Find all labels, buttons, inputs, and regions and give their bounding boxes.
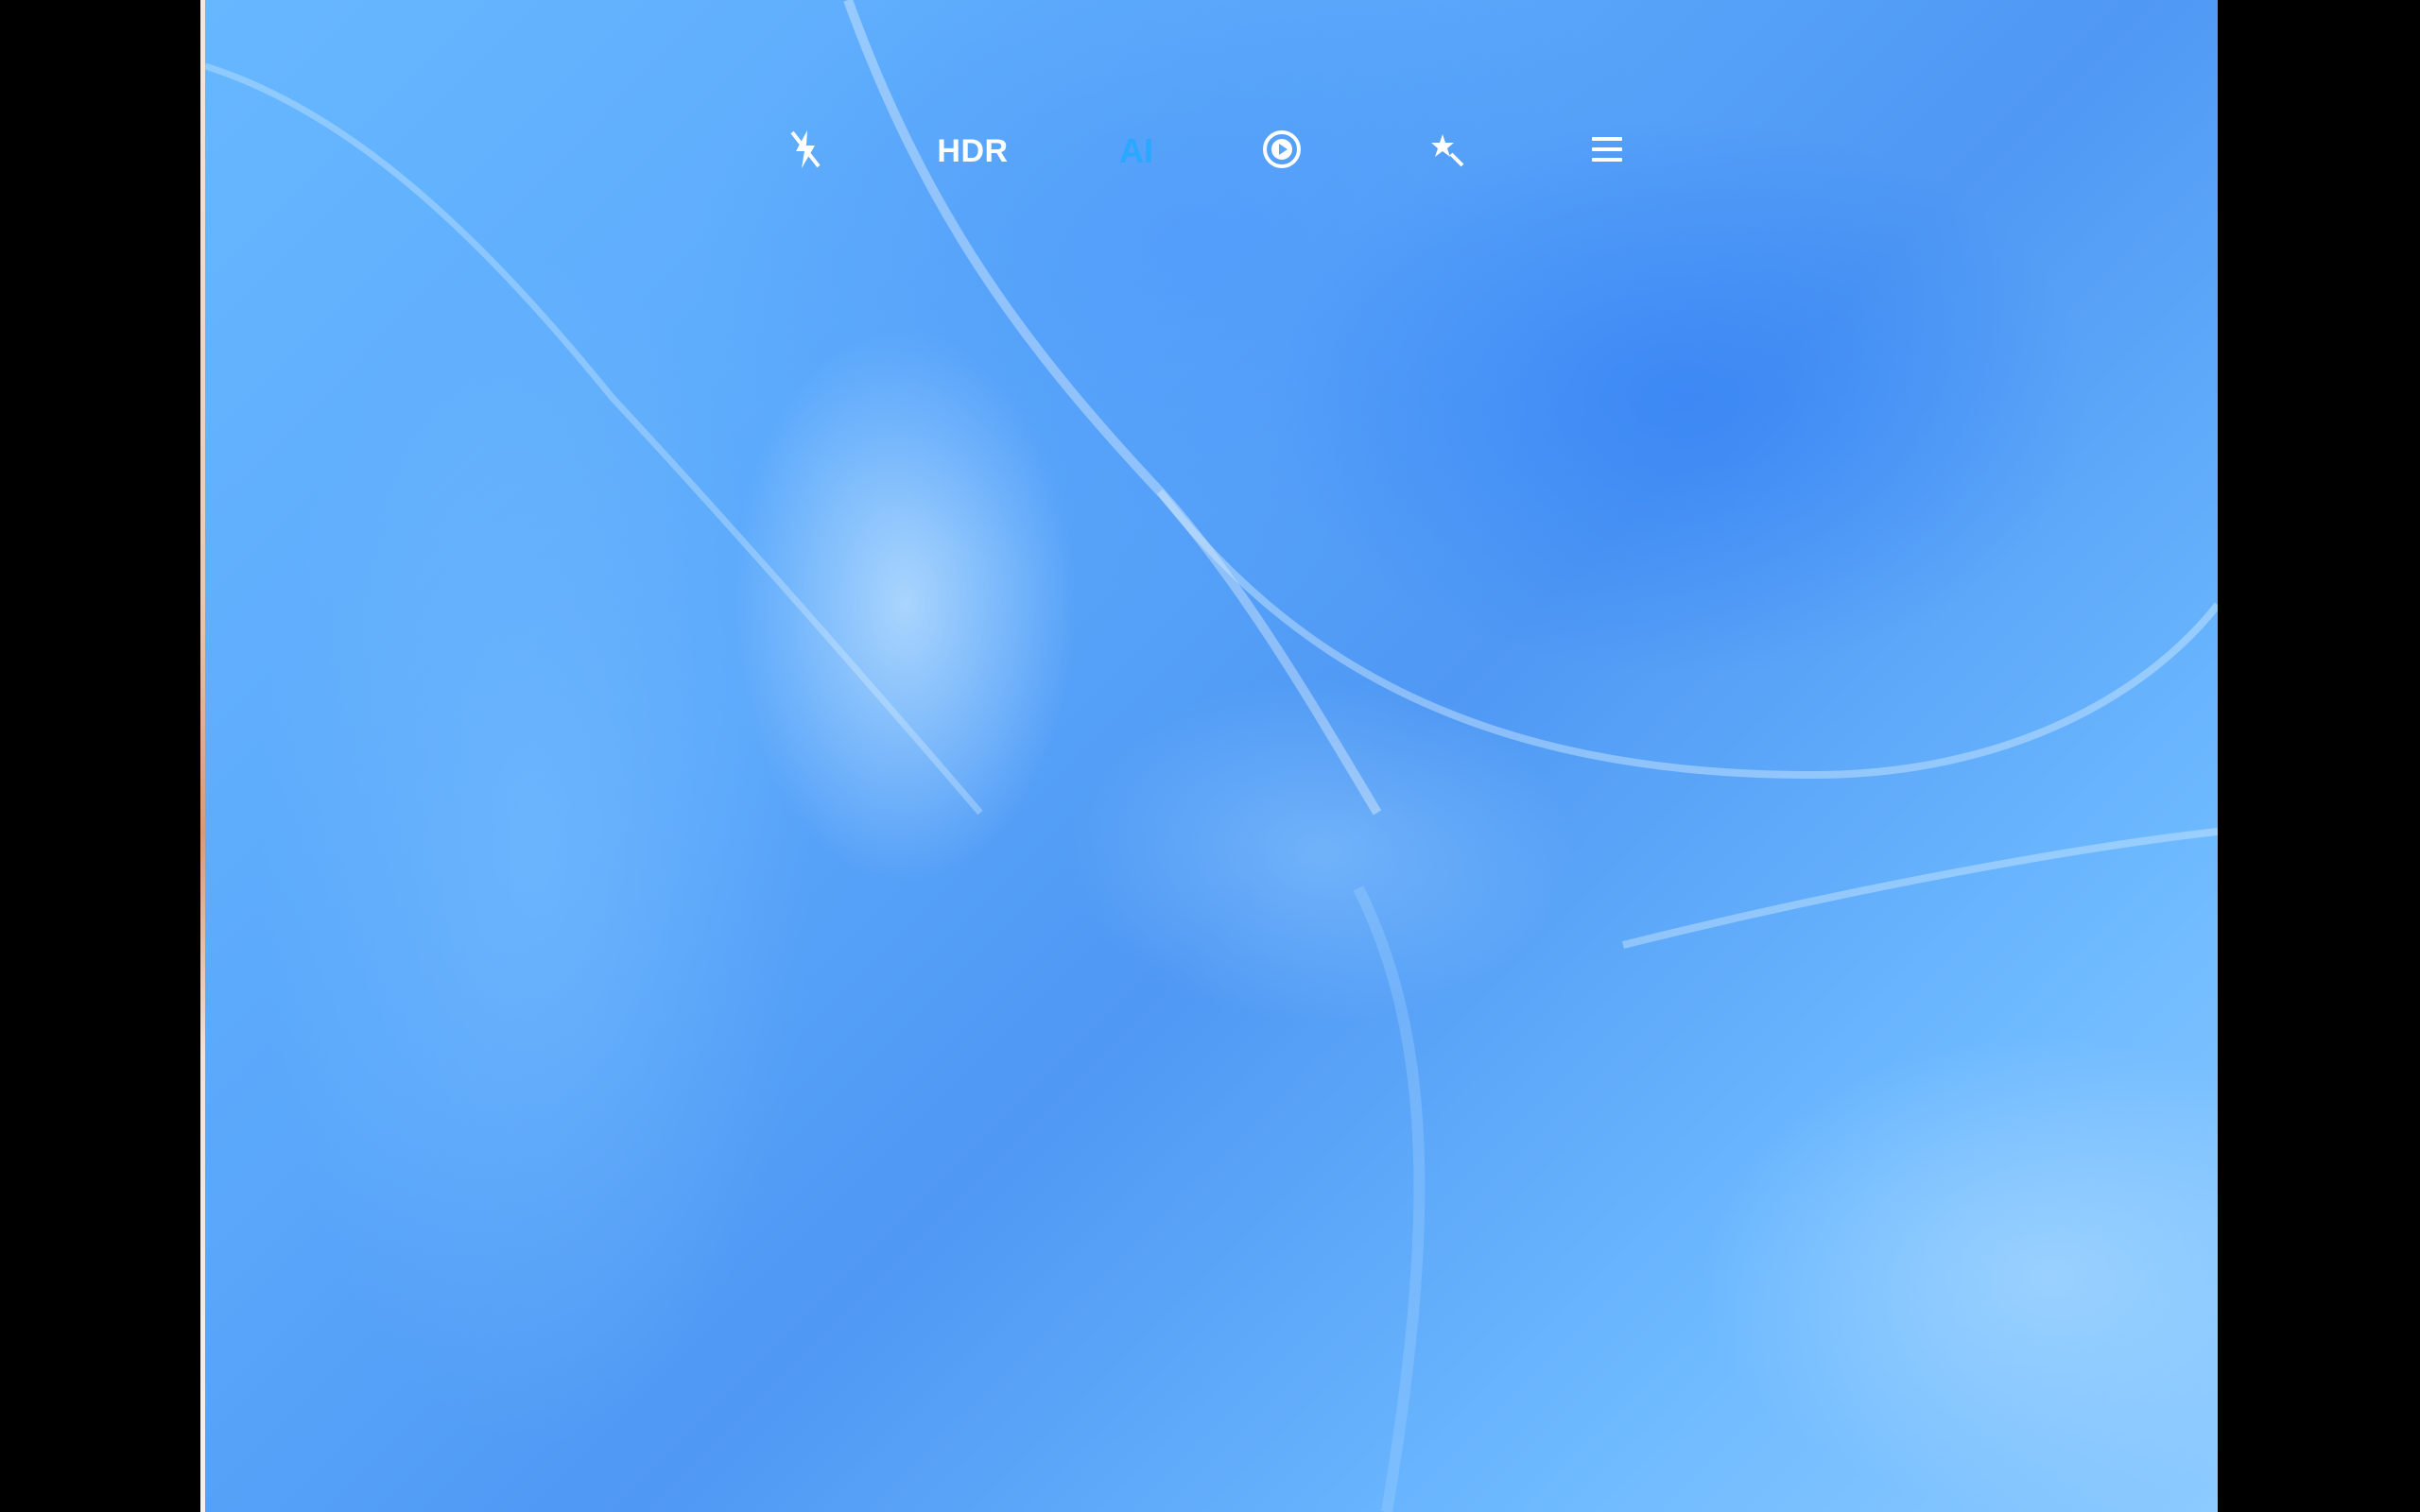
- beauty-button[interactable]: [1418, 123, 1475, 180]
- flash-off-icon: [788, 129, 822, 175]
- ai-button[interactable]: AI: [1098, 123, 1174, 180]
- camera-viewfinder[interactable]: HDR AI: [205, 0, 2218, 1512]
- magic-wand-icon: [1427, 130, 1465, 173]
- hdr-button[interactable]: HDR: [925, 123, 1020, 180]
- play-circle-icon: [1261, 129, 1303, 175]
- hamburger-menu-icon: [1591, 134, 1623, 169]
- flash-button[interactable]: [777, 123, 834, 180]
- letterbox-left: [0, 0, 202, 1512]
- live-photo-button[interactable]: [1253, 123, 1310, 180]
- hdr-label: HDR: [937, 132, 1009, 169]
- letterbox-right: [2218, 0, 2420, 1512]
- ai-label: AI: [1119, 131, 1153, 170]
- menu-button[interactable]: [1579, 123, 1635, 180]
- viewfinder-ice-texture: [205, 0, 2218, 1512]
